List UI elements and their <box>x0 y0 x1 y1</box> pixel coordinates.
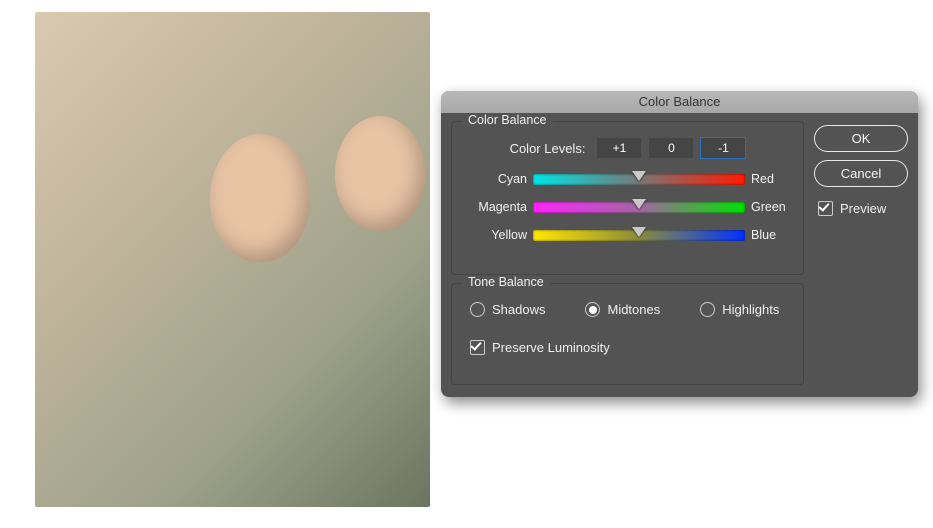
tone-radio-row: Shadows Midtones Highlights <box>470 302 785 317</box>
slider-thumb[interactable] <box>632 171 646 181</box>
dialog-titlebar[interactable]: Color Balance <box>441 91 918 113</box>
slider-cyan-red: Cyan Red <box>452 166 803 192</box>
level-magenta-green-input[interactable] <box>649 138 693 158</box>
slider-track-cyan-red[interactable] <box>533 174 745 185</box>
button-label: OK <box>852 131 871 146</box>
dialog-title: Color Balance <box>639 94 721 109</box>
checkbox-preserve-luminosity[interactable]: Preserve Luminosity <box>470 340 610 355</box>
cancel-button[interactable]: Cancel <box>814 160 908 187</box>
radio-label: Shadows <box>492 302 545 317</box>
radio-label: Highlights <box>722 302 779 317</box>
slider-right-label: Blue <box>745 228 803 242</box>
slider-thumb[interactable] <box>632 227 646 237</box>
group-color-balance: Color Balance Color Levels: Cyan Red Mag… <box>451 121 804 275</box>
face-overlay-1 <box>210 134 310 262</box>
check-icon <box>470 340 485 355</box>
color-levels-label: Color Levels: <box>510 141 586 156</box>
slider-right-label: Green <box>745 200 803 214</box>
radio-icon <box>585 302 600 317</box>
checkbox-preview[interactable]: Preview <box>818 201 908 216</box>
slider-thumb[interactable] <box>632 199 646 209</box>
slider-left-label: Magenta <box>452 200 533 214</box>
group-color-legend: Color Balance <box>462 113 553 127</box>
radio-shadows[interactable]: Shadows <box>470 302 545 317</box>
radio-label: Midtones <box>607 302 660 317</box>
editor-photo <box>35 12 430 507</box>
group-tone-legend: Tone Balance <box>462 275 550 289</box>
radio-icon <box>700 302 715 317</box>
slider-track-mag-green[interactable] <box>533 202 745 213</box>
level-yellow-blue-input[interactable] <box>701 138 745 158</box>
radio-midtones[interactable]: Midtones <box>585 302 660 317</box>
check-label: Preview <box>840 201 886 216</box>
radio-highlights[interactable]: Highlights <box>700 302 779 317</box>
radio-icon <box>470 302 485 317</box>
face-overlay-2 <box>335 116 425 231</box>
group-tone-balance: Tone Balance Shadows Midtones Highlights… <box>451 283 804 385</box>
slider-yellow-blue: Yellow Blue <box>452 222 803 248</box>
level-cyan-red-input[interactable] <box>597 138 641 158</box>
slider-track-yel-blue[interactable] <box>533 230 745 241</box>
slider-left-label: Yellow <box>452 228 533 242</box>
dialog-side-column: OK Cancel Preview <box>814 125 908 216</box>
check-icon <box>818 201 833 216</box>
color-levels-row: Color Levels: <box>452 138 803 158</box>
dialog-body: Color Balance Color Levels: Cyan Red Mag… <box>441 113 918 397</box>
slider-right-label: Red <box>745 172 803 186</box>
check-label: Preserve Luminosity <box>492 340 610 355</box>
button-label: Cancel <box>841 166 881 181</box>
color-balance-dialog: Color Balance Color Balance Color Levels… <box>441 91 918 397</box>
slider-magenta-green: Magenta Green <box>452 194 803 220</box>
ok-button[interactable]: OK <box>814 125 908 152</box>
slider-left-label: Cyan <box>452 172 533 186</box>
photo-placeholder <box>35 12 430 507</box>
